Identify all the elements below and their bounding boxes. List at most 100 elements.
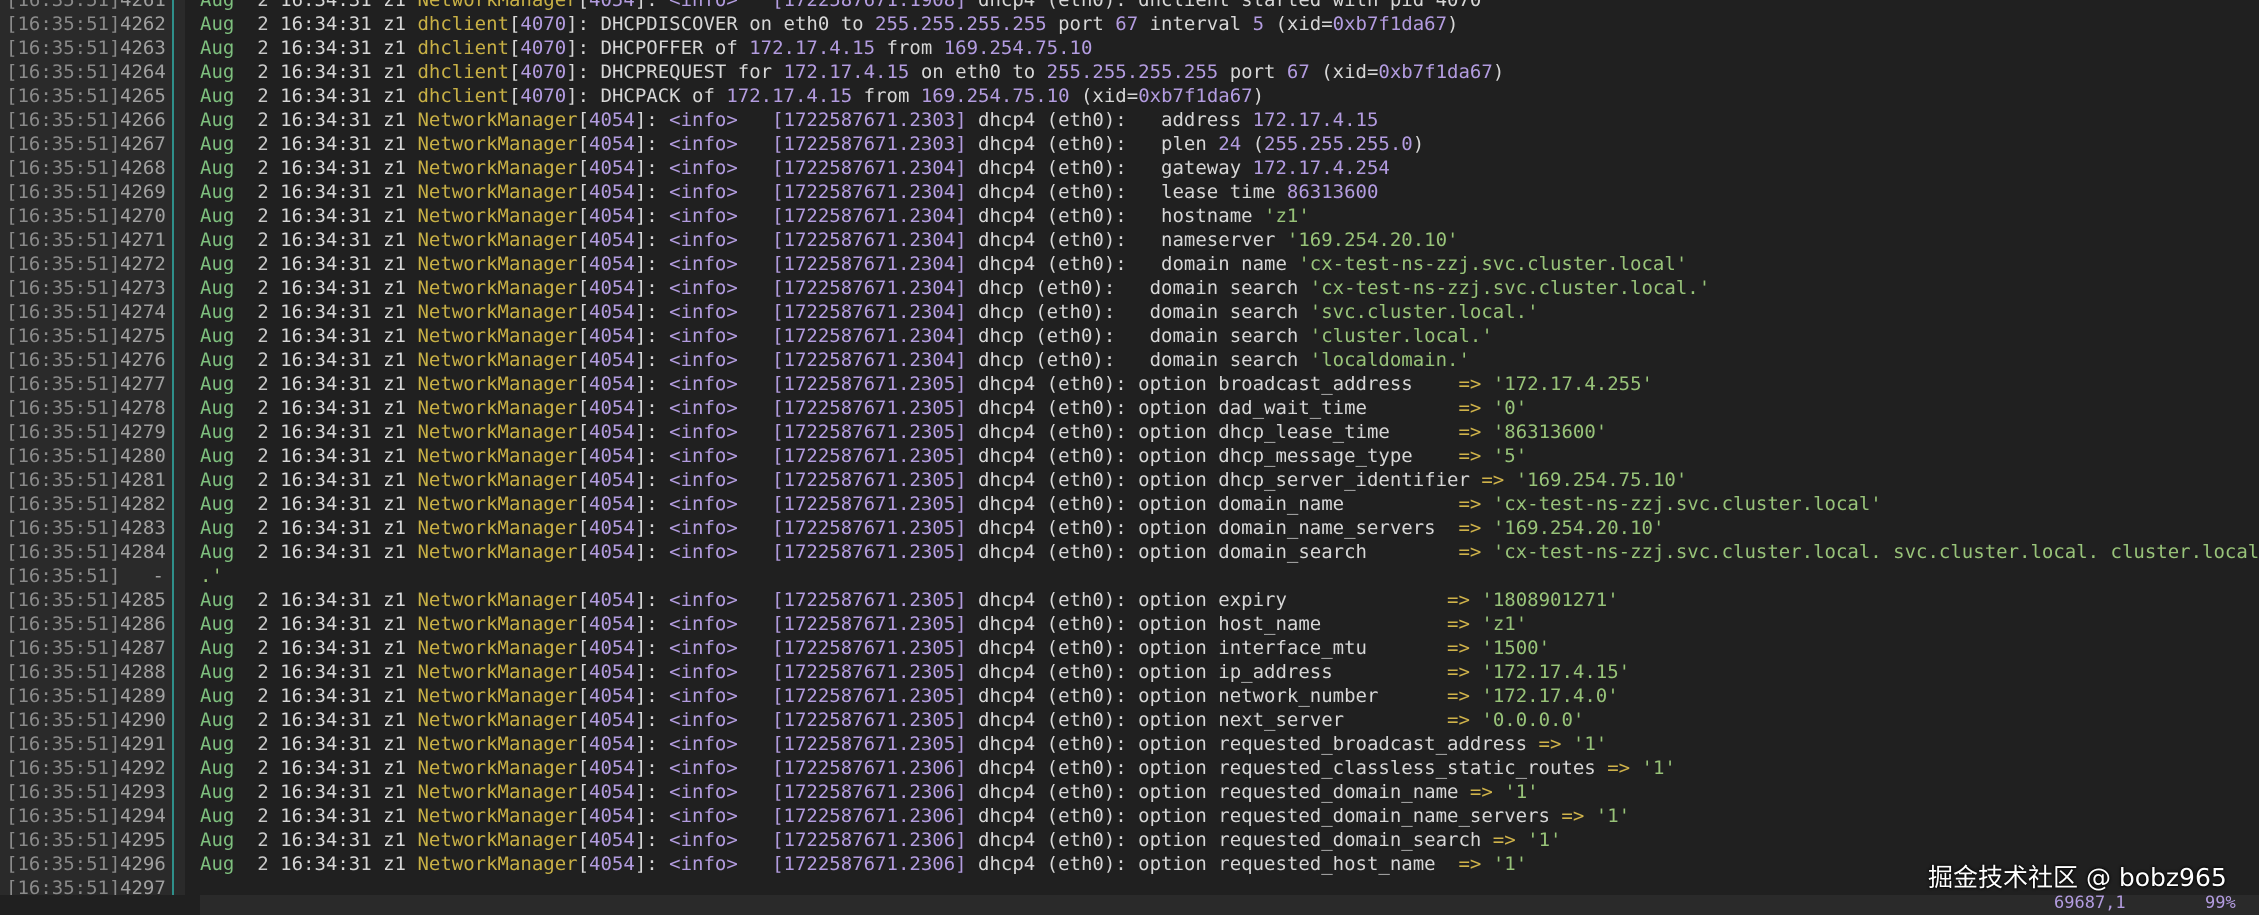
line-timestamp: [16:35:51] bbox=[6, 13, 121, 35]
log-segment: dhcp4 (eth0): lease time bbox=[978, 181, 1287, 203]
log-segment bbox=[1470, 709, 1481, 731]
line-gutter: [16:35:51] 4272 bbox=[0, 252, 185, 276]
log-segment: 0xb7f1da67 bbox=[1332, 13, 1448, 35]
log-clock: 16:34:31 bbox=[280, 397, 372, 419]
gutter-bar bbox=[172, 12, 174, 36]
log-segment: port bbox=[1218, 61, 1287, 83]
log-pid: 4054 bbox=[589, 541, 635, 563]
log-month: Aug bbox=[200, 805, 235, 827]
line-content: Aug 2 16:34:31 z1 NetworkManager[4054]: … bbox=[200, 0, 1481, 12]
log-process: NetworkManager bbox=[417, 853, 578, 875]
log-month: Aug bbox=[200, 733, 235, 755]
line-number: 4276 bbox=[120, 349, 166, 371]
line-gutter: [16:35:51] 4290 bbox=[0, 708, 185, 732]
log-clock: 16:34:31 bbox=[280, 685, 372, 707]
log-process: NetworkManager bbox=[417, 757, 578, 779]
line-number: 4275 bbox=[120, 325, 166, 347]
line-gutter: [16:35:51] 4286 bbox=[0, 612, 185, 636]
log-host: z1 bbox=[383, 397, 406, 419]
log-host: z1 bbox=[383, 541, 406, 563]
log-level: <info> bbox=[669, 301, 738, 323]
log-process: NetworkManager bbox=[417, 685, 578, 707]
line-timestamp: [16:35:51] bbox=[6, 445, 121, 467]
log-day: 2 bbox=[257, 541, 269, 563]
log-day: 2 bbox=[257, 733, 269, 755]
log-pid: 4054 bbox=[589, 373, 635, 395]
line-number: 4263 bbox=[120, 37, 166, 59]
log-segment: 86313600 bbox=[1286, 181, 1379, 203]
log-stamp: [1722587671.2306] bbox=[772, 757, 967, 779]
log-stamp: [1722587671.2303] bbox=[772, 109, 967, 131]
log-segment: DHCPDISCOVER on eth0 to bbox=[600, 13, 876, 35]
log-segment: dhcp4 (eth0): dhclient started with pid … bbox=[978, 0, 1482, 11]
line-content: Aug 2 16:34:31 z1 NetworkManager[4054]: … bbox=[200, 733, 1608, 755]
log-month: Aug bbox=[200, 205, 235, 227]
line-number: 4262 bbox=[120, 13, 166, 35]
line-timestamp: [16:35:51] bbox=[6, 733, 121, 755]
log-clock: 16:34:31 bbox=[280, 205, 372, 227]
log-pid: 4054 bbox=[589, 805, 635, 827]
log-host: z1 bbox=[383, 469, 406, 491]
log-segment bbox=[1481, 853, 1492, 875]
line-gutter: [16:35:51] 4279 bbox=[0, 420, 185, 444]
log-process: NetworkManager bbox=[417, 349, 578, 371]
gutter-bar bbox=[172, 252, 174, 276]
log-segment: => bbox=[1447, 709, 1470, 731]
log-line: [16:35:51] 4279 Aug 2 16:34:31 z1 NetworkM… bbox=[0, 420, 2259, 444]
log-level: <info> bbox=[669, 637, 738, 659]
line-number: 4261 bbox=[120, 0, 166, 11]
log-stamp: [1722587671.2305] bbox=[772, 733, 967, 755]
log-segment: '169.254.75.10' bbox=[1515, 469, 1688, 491]
log-clock: 16:34:31 bbox=[280, 349, 372, 371]
log-segment bbox=[1516, 829, 1527, 851]
log-process: NetworkManager bbox=[417, 493, 578, 515]
line-gutter: [16:35:51] 4271 bbox=[0, 228, 185, 252]
log-day: 2 bbox=[257, 373, 269, 395]
log-pid: 4054 bbox=[589, 133, 635, 155]
log-segment: dhcp4 (eth0): option dad_wait_time bbox=[978, 397, 1459, 419]
log-process: NetworkManager bbox=[417, 709, 578, 731]
log-segment: '169.254.20.10' bbox=[1286, 229, 1459, 251]
line-timestamp: [16:35:51] bbox=[6, 541, 121, 563]
log-line: [16:35:51] 4294 Aug 2 16:34:31 z1 NetworkM… bbox=[0, 804, 2259, 828]
log-day: 2 bbox=[257, 469, 269, 491]
log-segment: 255.255.255.0 bbox=[1264, 133, 1413, 155]
line-timestamp: [16:35:51] bbox=[6, 301, 121, 323]
line-timestamp: [16:35:51] bbox=[6, 805, 121, 827]
line-timestamp: [16:35:51] bbox=[6, 685, 121, 707]
line-gutter: [16:35:51] 4288 bbox=[0, 660, 185, 684]
log-process: NetworkManager bbox=[417, 805, 578, 827]
line-gutter: [16:35:51] 4289 bbox=[0, 684, 185, 708]
log-segment: 255.255.255.255 bbox=[1046, 61, 1219, 83]
log-process: NetworkManager bbox=[417, 229, 578, 251]
log-segment: dhcp4 (eth0): gateway bbox=[978, 157, 1253, 179]
log-day: 2 bbox=[257, 421, 269, 443]
log-stamp: [1722587671.2305] bbox=[772, 709, 967, 731]
line-number: 4266 bbox=[120, 109, 166, 131]
log-segment bbox=[1504, 469, 1515, 491]
line-content: Aug 2 16:34:31 z1 NetworkManager[4054]: … bbox=[200, 109, 1379, 131]
line-number: 4274 bbox=[120, 301, 166, 323]
log-day: 2 bbox=[257, 109, 269, 131]
log-segment: => bbox=[1458, 373, 1482, 395]
line-content: Aug 2 16:34:31 z1 NetworkManager[4054]: … bbox=[200, 805, 1631, 827]
line-content: Aug 2 16:34:31 z1 dhclient[4070]: DHCPAC… bbox=[200, 85, 1265, 107]
log-level: <info> bbox=[669, 733, 738, 755]
log-segment: dhcp4 (eth0): address bbox=[978, 109, 1253, 131]
log-process: NetworkManager bbox=[417, 517, 578, 539]
log-month: Aug bbox=[200, 349, 235, 371]
log-level: <info> bbox=[669, 445, 738, 467]
log-level: <info> bbox=[669, 253, 738, 275]
log-host: z1 bbox=[383, 805, 406, 827]
terminal-window[interactable]: [16:35:51] 4261 Aug 2 16:34:31 z1 NetworkM… bbox=[0, 0, 2259, 915]
log-month: Aug bbox=[200, 613, 235, 635]
line-number: 4277 bbox=[120, 373, 166, 395]
log-segment: ) bbox=[1447, 13, 1459, 35]
gutter-bar bbox=[172, 756, 174, 780]
log-host: z1 bbox=[383, 157, 406, 179]
log-line: [16:35:51] 4291 Aug 2 16:34:31 z1 NetworkM… bbox=[0, 732, 2259, 756]
log-pid: 4054 bbox=[589, 205, 635, 227]
line-timestamp: [16:35:51] bbox=[6, 157, 121, 179]
log-day: 2 bbox=[257, 181, 269, 203]
line-gutter: [16:35:51] 4296 bbox=[0, 852, 185, 876]
